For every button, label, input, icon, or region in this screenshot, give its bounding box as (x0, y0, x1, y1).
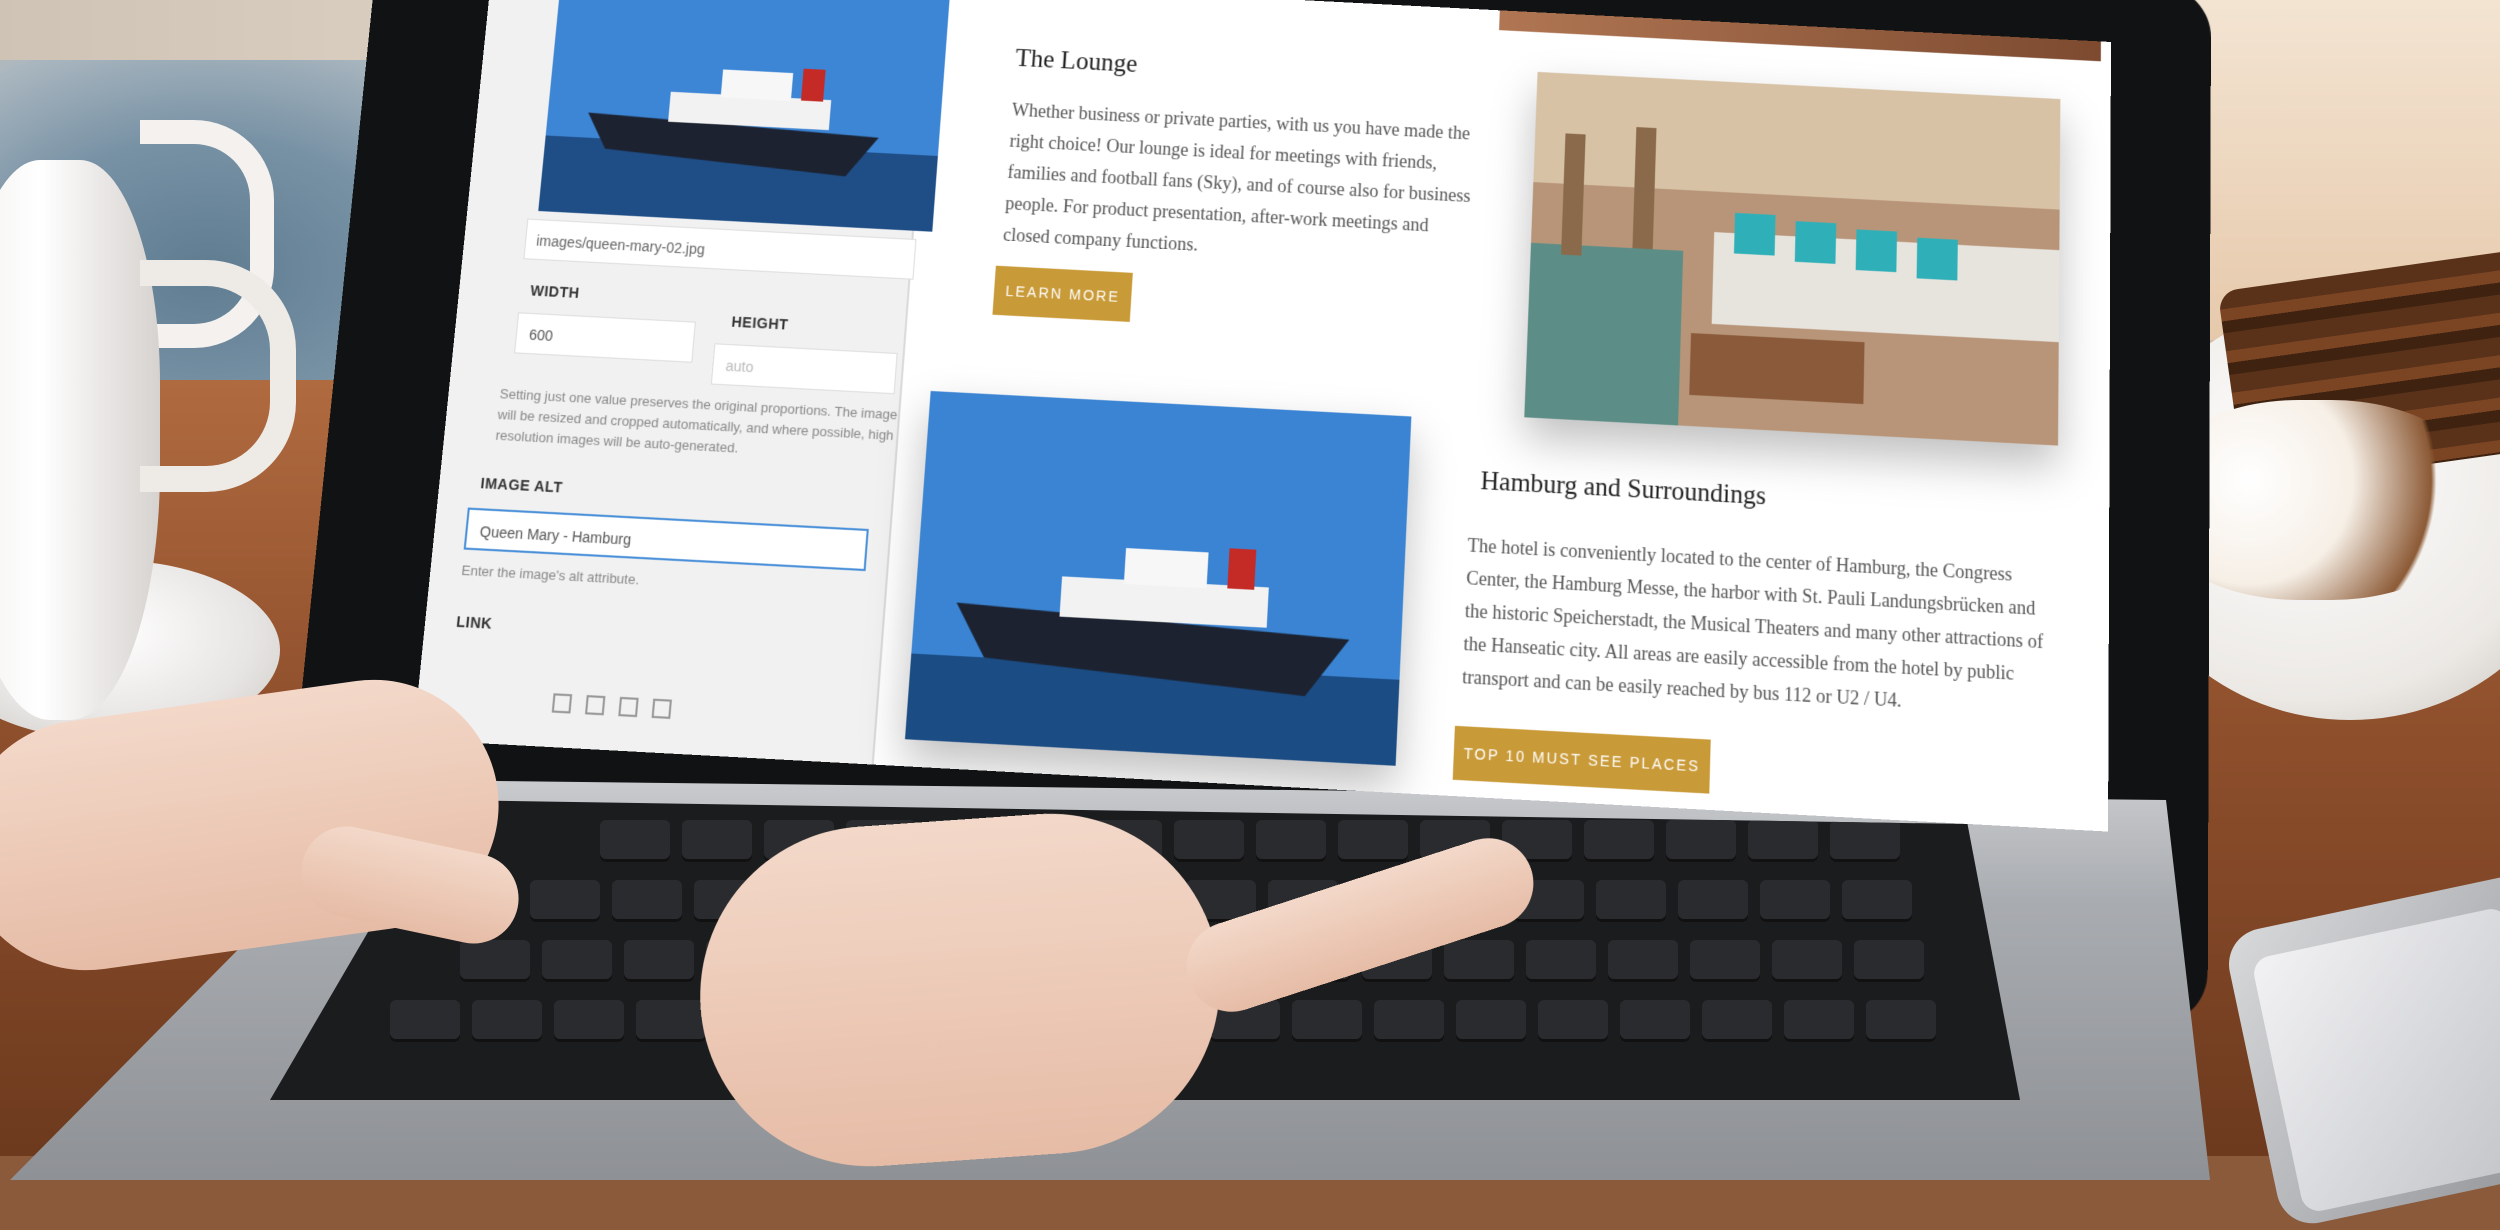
key (1748, 820, 1818, 862)
size-help-text: Setting just one value preserves the ori… (495, 384, 899, 468)
width-label: WIDTH (530, 282, 581, 301)
lounge-title: The Lounge (1015, 45, 1139, 79)
key (554, 1000, 624, 1042)
key (1830, 820, 1900, 862)
key (1608, 940, 1678, 982)
key (1678, 880, 1748, 922)
key (1256, 820, 1326, 862)
height-label: HEIGHT (731, 313, 789, 332)
key (1174, 820, 1244, 862)
key (1374, 1000, 1444, 1042)
page-dot[interactable] (585, 695, 605, 715)
key (530, 880, 600, 922)
image-editor-panel: images/queen-mary-02.jpg WIDTH 600 HEIGH… (413, 0, 933, 765)
key (1854, 940, 1924, 982)
ship-thumbnail (538, 0, 951, 232)
key (1760, 880, 1830, 922)
key (1620, 1000, 1690, 1042)
hamburg-title: Hamburg and Surroundings (1480, 467, 1766, 511)
image-alt-input[interactable]: Queen Mary - Hamburg (464, 508, 869, 572)
website-content: The Lounge Whether business or private p… (903, 0, 2111, 832)
page-dot[interactable] (552, 693, 573, 713)
key (636, 1000, 706, 1042)
key (1538, 1000, 1608, 1042)
key (1444, 940, 1514, 982)
image-alt-label: IMAGE ALT (480, 475, 564, 496)
key (472, 1000, 542, 1042)
key (1456, 1000, 1526, 1042)
key (612, 880, 682, 922)
key (390, 1000, 460, 1042)
key (1702, 1000, 1772, 1042)
key (1584, 820, 1654, 862)
key (1596, 880, 1666, 922)
key (1666, 820, 1736, 862)
key (1292, 1000, 1362, 1042)
key (600, 820, 670, 862)
link-label: LINK (456, 613, 494, 632)
lounge-text: Whether business or private parties, wit… (1002, 95, 1475, 276)
key (1866, 1000, 1936, 1042)
ship-photo (905, 391, 1411, 766)
page-dot[interactable] (618, 697, 638, 717)
width-input[interactable]: 600 (514, 312, 696, 363)
top-places-button[interactable]: TOP 10 MUST SEE PLACES (1453, 726, 1711, 794)
key (1338, 820, 1408, 862)
key (1690, 940, 1760, 982)
key (460, 940, 530, 982)
key (1842, 880, 1912, 922)
pagination (552, 693, 672, 719)
teapot (0, 160, 160, 720)
key (542, 940, 612, 982)
key (682, 820, 752, 862)
lounge-photo (1524, 72, 2060, 446)
cup-handle (140, 260, 296, 492)
learn-more-button[interactable]: LEARN MORE (992, 266, 1132, 322)
key (1772, 940, 1842, 982)
hamburg-text: The hotel is conveniently located to the… (1461, 529, 2046, 725)
height-input[interactable]: auto (711, 343, 898, 394)
laptop-screen: images/queen-mary-02.jpg WIDTH 600 HEIGH… (413, 0, 2111, 832)
key (1526, 940, 1596, 982)
image-alt-help: Enter the image's alt attribute. (460, 560, 640, 591)
key (1784, 1000, 1854, 1042)
key (624, 940, 694, 982)
page-dot[interactable] (652, 699, 672, 719)
